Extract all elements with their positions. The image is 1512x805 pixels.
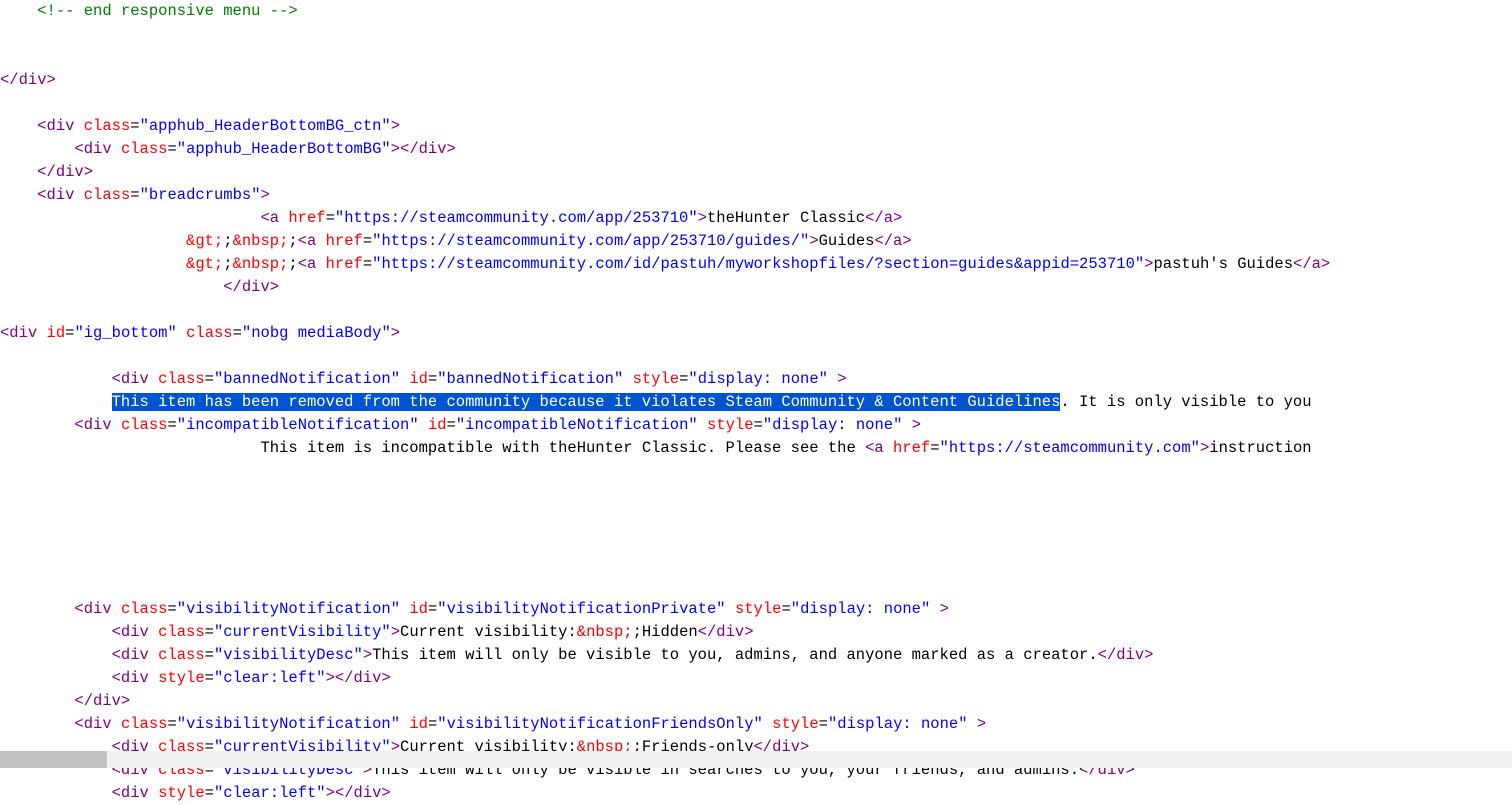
code-line: <div class="apphub_HeaderBottomBG"></div… — [0, 138, 1512, 161]
code-line: </div> — [0, 276, 1512, 299]
code-line: This item is incompatible with theHunter… — [0, 437, 1512, 460]
code-line: <!-- end responsive menu --> — [0, 0, 1512, 23]
code-line — [0, 23, 1512, 46]
horizontal-scrollbar[interactable] — [0, 751, 1512, 768]
code-line: <div style="clear:left"></div> — [0, 782, 1512, 805]
code-line: <div style="clear:left"></div> — [0, 667, 1512, 690]
code-line — [0, 345, 1512, 368]
code-line: <div class="apphub_HeaderBottomBG_ctn"> — [0, 115, 1512, 138]
code-line: </div> — [0, 69, 1512, 92]
code-line: &gt;;&nbsp;;<a href="https://steamcommun… — [0, 253, 1512, 276]
code-line: </div> — [0, 690, 1512, 713]
code-line: &gt;;&nbsp;;<a href="https://steamcommun… — [0, 230, 1512, 253]
code-line — [0, 92, 1512, 115]
code-line — [0, 483, 1512, 506]
code-line — [0, 575, 1512, 598]
code-line: <div class="visibilityNotification" id="… — [0, 598, 1512, 621]
code-line: <div class="breadcrumbs"> — [0, 184, 1512, 207]
code-line: <div class="incompatibleNotification" id… — [0, 414, 1512, 437]
code-line: This item has been removed from the comm… — [0, 391, 1512, 414]
code-line — [0, 552, 1512, 575]
scrollbar-thumb[interactable] — [0, 751, 107, 768]
source-code-view: <!-- end responsive menu --> </div> <div… — [0, 0, 1512, 805]
selected-text[interactable]: This item has been removed from the comm… — [112, 393, 1061, 411]
code-line: <div id="ig_bottom" class="nobg mediaBod… — [0, 322, 1512, 345]
code-line — [0, 46, 1512, 69]
code-line: <div class="bannedNotification" id="bann… — [0, 368, 1512, 391]
code-line: <div class="visibilityDesc">This item wi… — [0, 644, 1512, 667]
code-line — [0, 299, 1512, 322]
code-line — [0, 529, 1512, 552]
code-line: <div class="visibilityNotification" id="… — [0, 713, 1512, 736]
code-line — [0, 506, 1512, 529]
code-line: </div> — [0, 161, 1512, 184]
code-line: <a href="https://steamcommunity.com/app/… — [0, 207, 1512, 230]
code-line: <div class="currentVisibility">Current v… — [0, 621, 1512, 644]
code-line — [0, 460, 1512, 483]
comment-token: <!-- end responsive menu --> — [37, 2, 297, 20]
